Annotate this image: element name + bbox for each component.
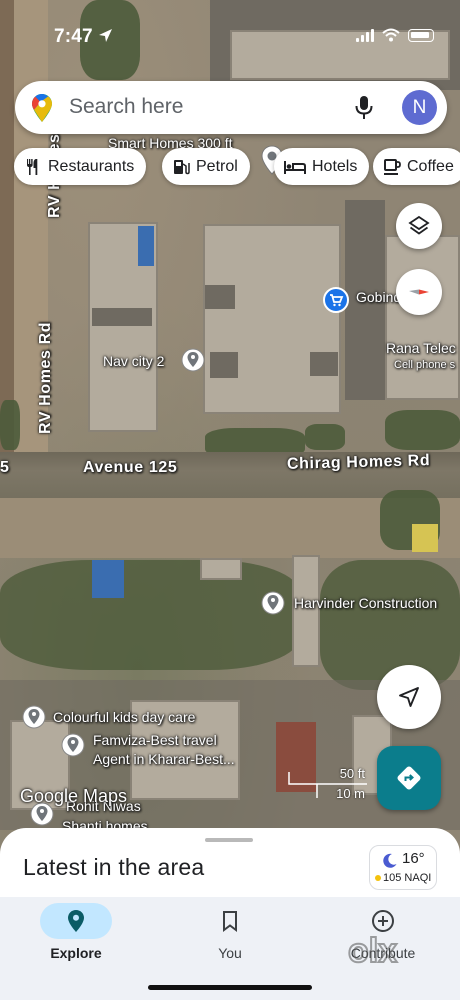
sheet-drag-handle[interactable] [205,838,253,842]
nav-label: You [218,945,242,961]
signal-icon [356,28,374,42]
nav-you[interactable]: You [175,897,285,961]
watermark-text: olx [348,932,397,970]
place-label: Agent in Kharar-Best... [93,751,235,767]
building-shadow [205,285,235,309]
road-label: Chirag Homes Rd [286,452,431,473]
place-pin-icon[interactable] [61,731,85,761]
place-label[interactable]: Colourful kids day care [53,709,195,725]
place-pin-icon[interactable] [22,703,46,733]
sheet-title: Latest in the area [23,854,205,880]
status-icons [356,28,434,42]
microphone-icon[interactable] [354,95,374,121]
building-shadow [310,352,338,376]
building-shadow [210,352,238,378]
weather-aqi: 105 NAQI [383,872,432,884]
chip-label: Restaurants [48,157,135,175]
tree-cluster [385,410,460,450]
place-label[interactable]: Famviza-Best travel [93,732,217,748]
fork-knife-icon [27,158,38,175]
building [200,558,242,580]
directions-icon [397,766,421,790]
coffee-cup-icon [384,158,401,175]
chip-label: Hotels [312,157,358,175]
chip-label: Coffee [407,157,454,175]
search-input[interactable]: Search here [69,95,183,119]
battery-icon [408,28,434,42]
layers-icon [408,215,430,235]
map-scale: 50 ft 10 m [287,766,367,801]
search-bar[interactable]: Search here N [15,81,447,134]
chip-petrol[interactable]: Petrol [162,148,250,185]
place-label[interactable]: Rana Telec [386,340,456,356]
building [292,555,320,667]
place-pin-icon[interactable] [181,346,205,376]
google-maps-logo: Google Maps [20,786,128,806]
blue-roof [92,560,124,598]
yellow-roof [412,524,438,552]
aqi-indicator [375,875,381,881]
scale-bar [288,772,367,798]
nav-label: Explore [50,945,102,961]
compass-button[interactable] [396,269,442,315]
home-indicator[interactable] [148,985,312,990]
location-pin-icon [68,910,84,932]
blue-roof [138,226,154,266]
road-label: 5 [0,459,10,476]
fuel-pump-icon [174,159,190,174]
nav-pill [194,903,266,939]
place-label[interactable]: Nav city 2 [103,353,164,369]
building [203,224,341,414]
road-label: Avenue 125 [83,459,178,476]
tree-cluster [0,560,300,670]
building [385,235,460,400]
chip-hotels[interactable]: Hotels [274,148,370,185]
place-pin-icon[interactable] [261,589,285,619]
chip-label: Petrol [196,157,238,175]
place-label[interactable]: Harvinder Construction [294,595,437,611]
moon-icon [383,853,397,868]
compass-icon [409,289,429,295]
directions-button[interactable] [377,746,441,810]
location-arrow-icon [99,29,112,42]
bed-icon [284,160,306,174]
olx-watermark-logo: olx [347,931,398,971]
wifi-icon [382,28,400,42]
layers-button[interactable] [396,203,442,249]
category-chips: Restaurants Petrol Hotels Coffee [14,148,460,186]
tree-cluster [0,400,20,450]
shopping-cart-icon[interactable] [322,286,350,314]
chip-coffee[interactable]: Coffee [373,148,460,185]
status-bar: 7:47 [0,22,460,52]
lot [0,0,14,460]
my-location-button[interactable] [377,665,441,729]
building-shadow [92,308,152,326]
google-maps-pin-icon [32,94,52,122]
tree-cluster [305,424,345,450]
bookmark-icon [223,911,237,932]
nav-pill [40,903,112,939]
weather-widget[interactable]: 16° 105 NAQI [369,845,437,890]
status-time: 7:47 [54,26,93,47]
avatar[interactable]: N [402,90,437,125]
chip-restaurants[interactable]: Restaurants [14,148,147,185]
place-label: Cell phone s [394,359,456,371]
navigation-arrow-icon [399,687,419,707]
weather-temperature: 16° [402,850,425,867]
road-label: RV Homes Rd [37,321,54,434]
nav-explore[interactable]: Explore [21,897,131,961]
